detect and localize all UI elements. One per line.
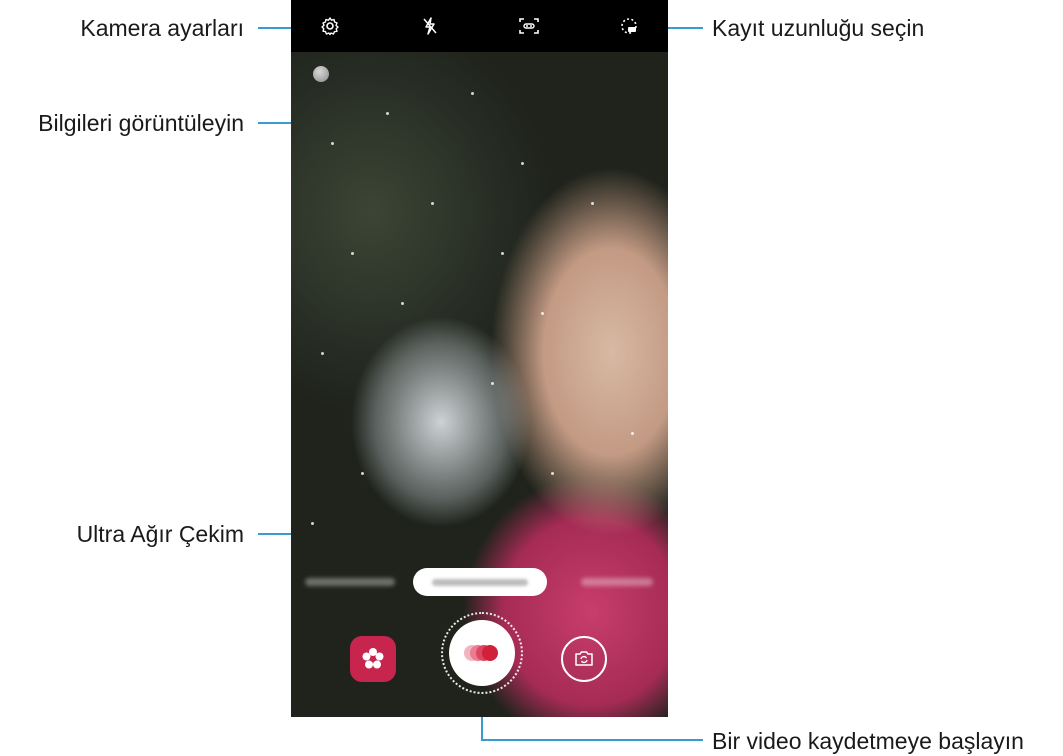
callout-line-record xyxy=(481,739,703,741)
record-length-icon[interactable] xyxy=(612,9,646,43)
callout-camera-settings: Kamera ayarları xyxy=(80,15,244,41)
switch-camera-button[interactable] xyxy=(561,636,607,682)
callout-record-length: Kayıt uzunluğu seçin xyxy=(712,15,925,41)
motion-detect-icon[interactable] xyxy=(512,9,546,43)
callout-view-info: Bilgileri görüntüleyin xyxy=(38,110,244,136)
callout-start-recording: Bir video kaydetmeye başlayın xyxy=(712,728,1024,754)
gear-icon[interactable] xyxy=(313,9,347,43)
effects-button[interactable] xyxy=(350,636,396,682)
record-icon xyxy=(464,645,498,661)
effects-icon xyxy=(362,648,384,669)
callout-super-slow-mo: Ultra Ağır Çekim xyxy=(76,521,244,547)
camera-top-bar xyxy=(291,0,668,52)
camera-screen xyxy=(291,0,668,717)
record-button[interactable] xyxy=(449,620,515,686)
info-icon[interactable] xyxy=(313,66,329,82)
mode-pill-label xyxy=(432,578,528,586)
mode-super-slow-mo[interactable] xyxy=(413,568,547,596)
flash-off-icon[interactable] xyxy=(413,9,447,43)
switch-camera-icon xyxy=(575,651,593,666)
